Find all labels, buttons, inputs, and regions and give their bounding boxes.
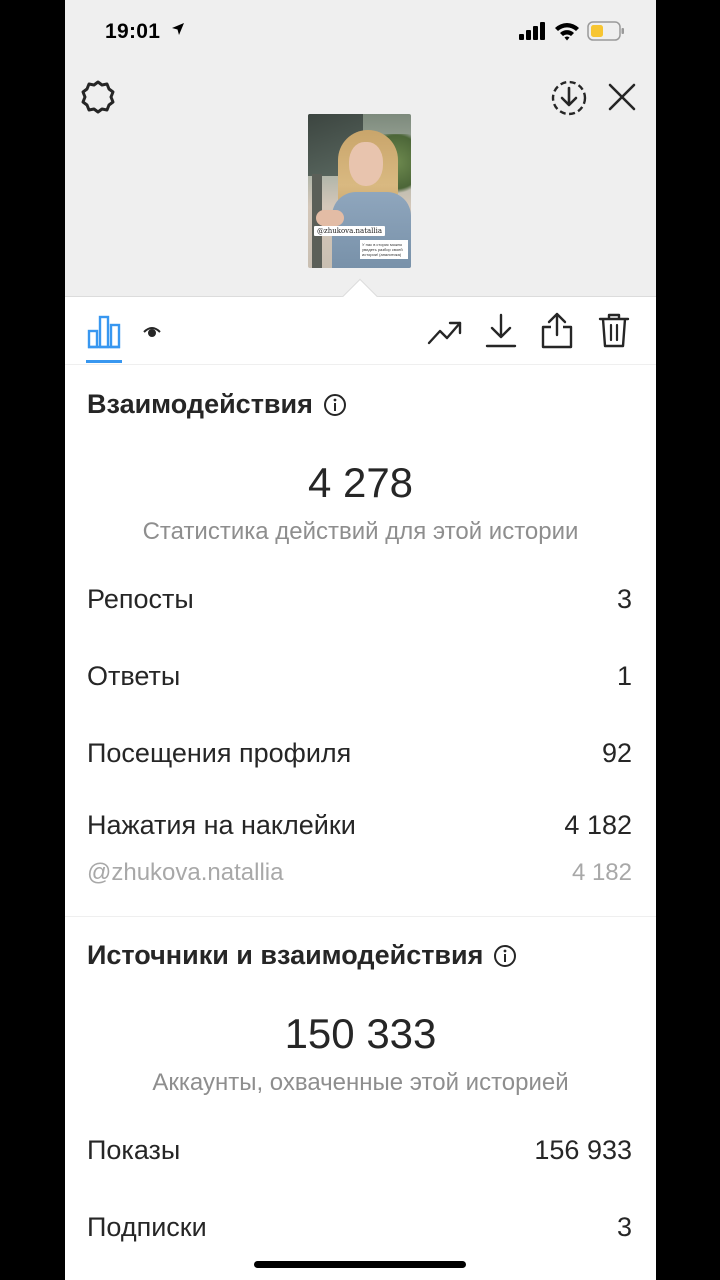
status-bar: 19:01 <box>65 0 656 64</box>
mention-label: @zhukova.natallia <box>87 859 284 886</box>
battery-icon <box>587 21 624 41</box>
trash-icon <box>598 313 630 348</box>
save-button[interactable] <box>485 313 517 349</box>
info-icon[interactable] <box>493 944 517 968</box>
mention-value: 4 182 <box>571 859 632 886</box>
stat-row-replies: Ответы 1 <box>87 661 632 692</box>
stat-value: 3 <box>616 1212 632 1242</box>
discovery-section-title: Источники и взаимодействия <box>87 940 517 971</box>
mention-sticker: @zhukova.natallia <box>314 226 386 236</box>
share-icon <box>541 312 573 349</box>
location-arrow-icon <box>172 23 184 35</box>
thumb-person-face <box>349 142 383 186</box>
delete-button[interactable] <box>598 312 630 348</box>
interactions-section-title: Взаимодействия <box>87 389 347 420</box>
stat-row-reposts: Репосты 3 <box>87 584 632 615</box>
interactions-caption: Статистика действий для этой истории <box>142 518 579 545</box>
settings-button[interactable] <box>80 79 116 115</box>
stat-value: 1 <box>616 661 632 691</box>
stat-row-impressions: Показы 156 933 <box>87 1135 632 1166</box>
stat-row-follows: Подписки 3 <box>87 1212 632 1243</box>
story-insights-screen: 19:01 @zhukova.natallia У нас в сторис м… <box>65 0 656 1280</box>
story-text-note: У нас в сторис можно увидеть разбор свое… <box>360 240 408 259</box>
bar-chart-icon <box>87 315 121 349</box>
tab-insights[interactable] <box>86 313 122 349</box>
eye-icon <box>143 327 161 337</box>
stat-subrow-mention[interactable]: @zhukova.natallia 4 182 <box>87 859 632 887</box>
section-divider <box>65 916 656 917</box>
tab-viewers[interactable] <box>141 321 163 343</box>
close-button[interactable] <box>606 81 638 113</box>
home-indicator[interactable] <box>254 1261 466 1268</box>
stat-label: Репосты <box>87 584 194 614</box>
stat-row-profile-visits: Посещения профиля 92 <box>87 738 632 769</box>
stat-value: 156 933 <box>534 1135 632 1165</box>
stat-value: 92 <box>601 738 632 768</box>
thumb-person-hand <box>316 210 344 226</box>
story-thumbnail[interactable]: @zhukova.natallia У нас в сторис можно у… <box>308 114 411 268</box>
download-icon <box>485 313 517 348</box>
promote-button[interactable] <box>427 317 463 347</box>
stat-label: Нажатия на наклейки <box>87 810 356 840</box>
share-button[interactable] <box>539 311 575 349</box>
stat-label: Подписки <box>87 1212 207 1242</box>
interactions-title-text: Взаимодействия <box>87 389 313 419</box>
discovery-caption: Аккаунты, охваченные этой историей <box>152 1069 569 1096</box>
trending-up-icon <box>427 321 462 345</box>
discovery-total: 150 333 <box>284 1010 437 1057</box>
stat-value: 4 182 <box>564 810 632 840</box>
stat-label: Показы <box>87 1135 181 1165</box>
interactions-total: 4 278 <box>307 459 414 506</box>
stat-row-sticker-taps: Нажатия на наклейки 4 182 <box>87 810 632 841</box>
story-preview-area: 19:01 @zhukova.natallia У нас в сторис м… <box>65 0 656 297</box>
cellular-signal-icon <box>519 22 545 40</box>
insights-toolbar <box>65 297 656 365</box>
gear-icon <box>81 80 115 114</box>
close-icon <box>608 83 636 111</box>
wifi-icon <box>555 23 579 41</box>
stat-label: Ответы <box>87 661 181 691</box>
discovery-title-text: Источники и взаимодействия <box>87 940 484 970</box>
status-time: 19:01 <box>105 20 161 43</box>
active-tab-indicator <box>86 360 122 363</box>
stat-value: 3 <box>616 584 632 614</box>
stat-label: Посещения профиля <box>87 738 352 768</box>
info-icon[interactable] <box>323 393 347 417</box>
save-story-button[interactable] <box>550 79 588 117</box>
download-circle-icon <box>551 80 587 116</box>
